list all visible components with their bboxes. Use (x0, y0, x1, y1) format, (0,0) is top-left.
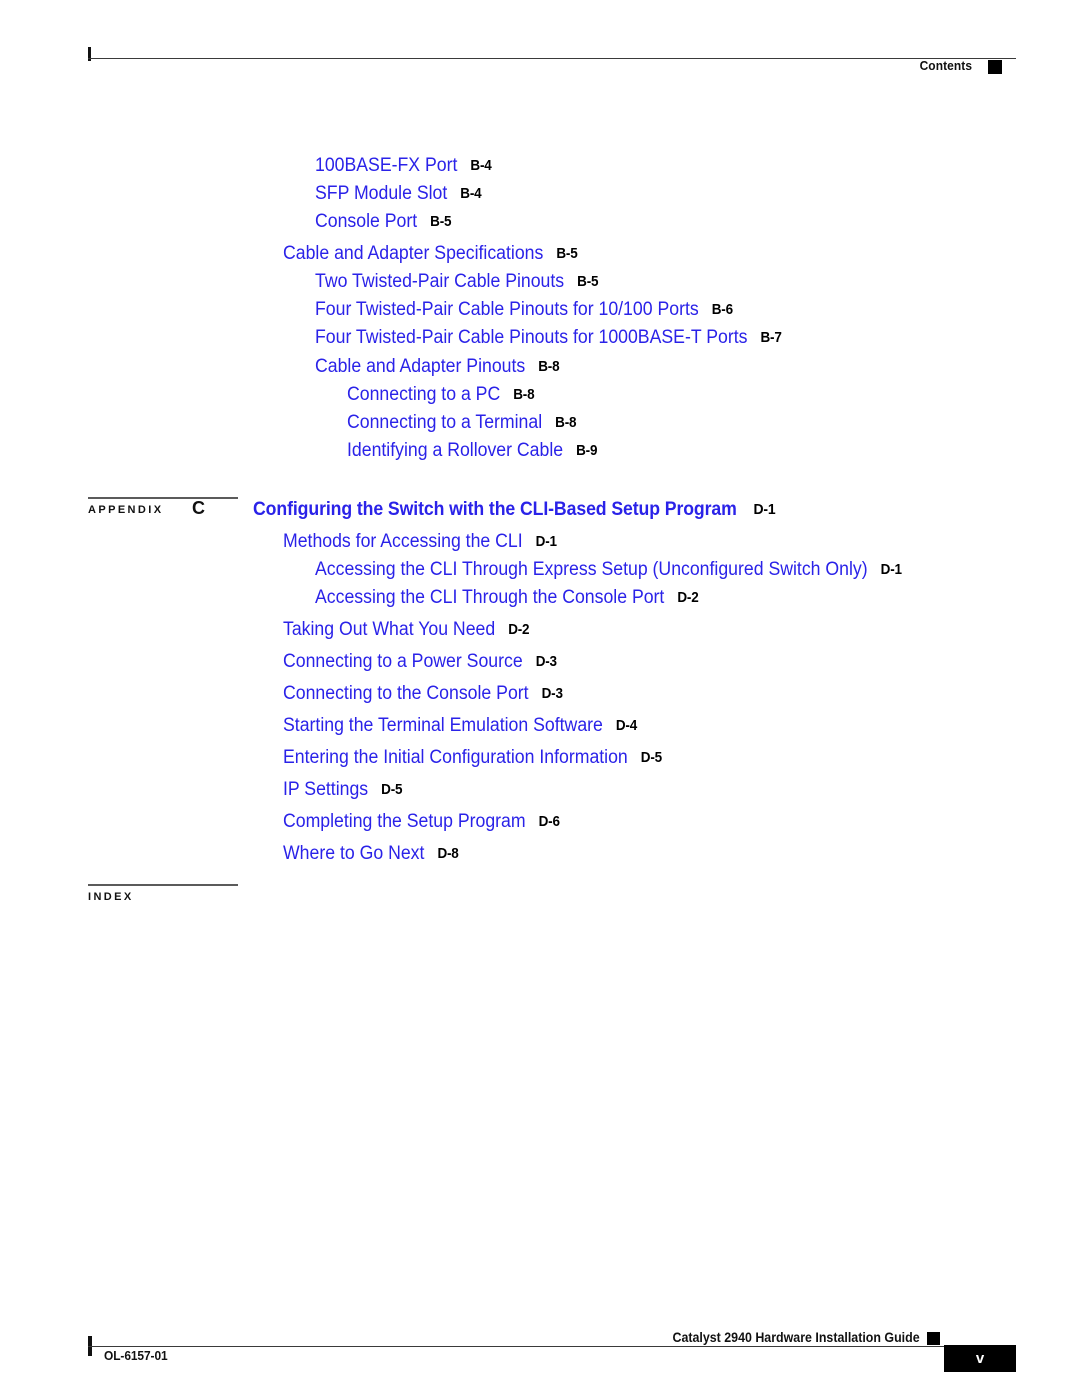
toc-entry-title: Two Twisted-Pair Cable Pinouts (315, 271, 565, 292)
appendix-marker-rule (88, 497, 238, 499)
toc-entry[interactable]: SFP Module Slot B-4 (315, 183, 482, 206)
toc-entry[interactable]: Connecting to a Terminal B-8 (347, 412, 577, 435)
toc-entry-page: D-3 (541, 686, 563, 702)
toc-entry[interactable]: Two Twisted-Pair Cable Pinouts B-5 (315, 271, 599, 294)
toc-entry-title: Methods for Accessing the CLI (283, 531, 523, 552)
toc-entry[interactable]: IP Settings D-5 (283, 779, 403, 802)
toc-entry-title: Taking Out What You Need (283, 619, 496, 640)
toc-entry-title: Where to Go Next (283, 843, 425, 864)
header-divider (88, 58, 1016, 59)
toc-entry-page: D-6 (538, 814, 560, 830)
toc-appendix-heading-page: D-1 (753, 501, 776, 518)
toc-entry-page: B-8 (555, 415, 577, 431)
toc-entry-title: Connecting to a Power Source (283, 651, 523, 672)
footer-document-id: OL-6157-01 (104, 1348, 168, 1363)
toc-entry-page: B-4 (470, 158, 492, 174)
toc-entry-title: Identifying a Rollover Cable (347, 440, 564, 461)
toc-entry[interactable]: Four Twisted-Pair Cable Pinouts for 10/1… (315, 299, 733, 322)
toc-entry-page: B-4 (460, 186, 482, 202)
black-square-icon (927, 1332, 940, 1345)
toc-entry[interactable]: Connecting to a Power Source D-3 (283, 651, 557, 674)
toc-entry-title: SFP Module Slot (315, 183, 448, 204)
toc-entry-page: B-5 (556, 246, 578, 262)
toc-entry-title: Cable and Adapter Pinouts (315, 356, 526, 377)
footer-guide-title: Catalyst 2940 Hardware Installation Guid… (672, 1330, 920, 1345)
toc-entry-title: Completing the Setup Program (283, 811, 526, 832)
toc-appendix-heading[interactable]: Configuring the Switch with the CLI-Base… (253, 499, 776, 522)
header-section-label: Contents (919, 58, 972, 73)
toc-entry[interactable]: Where to Go Next D-8 (283, 843, 459, 866)
toc-entry-title: Cable and Adapter Specifications (283, 243, 544, 264)
toc-entry[interactable]: Connecting to a PC B-8 (347, 384, 535, 407)
toc-entry-title: Four Twisted-Pair Cable Pinouts for 10/1… (315, 299, 699, 320)
toc-entry-page: D-2 (677, 590, 699, 606)
toc-entry[interactable]: Entering the Initial Configuration Infor… (283, 747, 662, 770)
toc-entry[interactable]: Cable and Adapter Pinouts B-8 (315, 356, 560, 379)
appendix-marker-letter: C (192, 498, 205, 518)
appendix-marker-word: APPENDIX (88, 504, 164, 516)
toc-entry-title: 100BASE-FX Port (315, 155, 458, 176)
toc-entry-page: D-2 (508, 622, 530, 638)
toc-entry-page: B-5 (577, 274, 599, 290)
toc-entry-page: D-8 (437, 846, 459, 862)
toc-entry-title: Starting the Terminal Emulation Software (283, 715, 603, 736)
footer-page-number: v (975, 1350, 985, 1367)
toc-entry-page: B-8 (538, 359, 560, 375)
toc-entry-page: D-5 (640, 750, 662, 766)
toc-entry-title: Connecting to a PC (347, 384, 501, 405)
footer-divider (88, 1346, 1016, 1347)
index-marker-word: INDEX (88, 891, 134, 903)
page-header: Contents (88, 44, 1016, 78)
toc-entry-page: D-1 (535, 534, 557, 550)
page-footer: OL-6157-01 Catalyst 2940 Hardware Instal… (88, 1330, 1016, 1380)
toc-entry-title: Entering the Initial Configuration Infor… (283, 747, 628, 768)
toc-entry[interactable]: Connecting to the Console Port D-3 (283, 683, 563, 706)
toc-entry[interactable]: Methods for Accessing the CLI D-1 (283, 531, 557, 554)
toc-entry-title: Console Port (315, 211, 418, 232)
toc-entry-page: B-5 (430, 214, 452, 230)
toc-entry[interactable]: 100BASE-FX Port B-4 (315, 155, 492, 178)
toc-entry-page: B-9 (576, 443, 598, 459)
toc-entry-title: Connecting to the Console Port (283, 683, 529, 704)
toc-entry-title: Four Twisted-Pair Cable Pinouts for 1000… (315, 327, 748, 348)
toc-entry-title: Accessing the CLI Through Express Setup … (315, 559, 868, 580)
toc-entry-page: B-7 (760, 330, 782, 346)
toc-entry-page: D-5 (381, 782, 403, 798)
toc-entry[interactable]: Identifying a Rollover Cable B-9 (347, 440, 597, 463)
toc-entry[interactable]: Console Port B-5 (315, 211, 452, 234)
index-marker-rule (88, 884, 238, 886)
toc-entry[interactable]: Starting the Terminal Emulation Software… (283, 715, 637, 738)
toc-entry[interactable]: Accessing the CLI Through the Console Po… (315, 587, 699, 610)
toc-entry-page: B-8 (513, 387, 535, 403)
toc-appendix-heading-title: Configuring the Switch with the CLI-Base… (253, 499, 737, 520)
toc-entry-title: IP Settings (283, 779, 369, 800)
toc-entry-title: Connecting to a Terminal (347, 412, 543, 433)
toc-entry[interactable]: Cable and Adapter Specifications B-5 (283, 243, 578, 266)
toc-entry-page: B-6 (711, 302, 733, 318)
toc-entry[interactable]: Taking Out What You Need D-2 (283, 619, 530, 642)
toc-entry-page: D-4 (615, 718, 638, 734)
toc-entry-page: D-1 (880, 562, 902, 578)
black-square-icon (988, 60, 1002, 74)
toc-entry[interactable]: Four Twisted-Pair Cable Pinouts for 1000… (315, 327, 782, 350)
toc-entry[interactable]: Accessing the CLI Through Express Setup … (315, 559, 902, 582)
toc-entry-page: D-3 (535, 654, 557, 670)
toc-entry[interactable]: Completing the Setup Program D-6 (283, 811, 560, 834)
toc-entry-title: Accessing the CLI Through the Console Po… (315, 587, 665, 608)
